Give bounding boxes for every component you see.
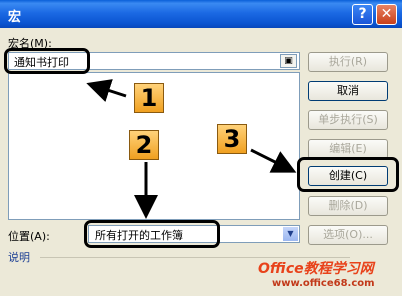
callout-1: 1 — [134, 83, 164, 113]
arrow-3 — [250, 148, 297, 173]
callout-3: 3 — [217, 124, 247, 154]
watermark-title: Office教程学习网 — [258, 261, 374, 277]
callout-2: 2 — [129, 130, 159, 160]
watermark-url: www.office68.com — [272, 278, 375, 289]
arrow-1 — [86, 79, 127, 102]
annotation-arrows — [86, 79, 297, 219]
